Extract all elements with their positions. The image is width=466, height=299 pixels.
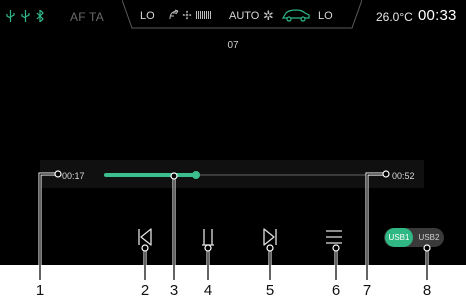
car-airflow-icon[interactable] [281, 8, 311, 22]
next-track-button[interactable] [261, 226, 279, 248]
track-number: 07 [227, 40, 239, 51]
total-time: 00:52 [392, 171, 415, 181]
playlist-button[interactable] [325, 226, 343, 248]
next-track-icon [263, 228, 277, 246]
usb-icon [21, 10, 30, 22]
pause-icon [202, 229, 214, 246]
callout-label: 1 [35, 282, 45, 299]
status-icons [6, 10, 44, 22]
fan-icon [182, 10, 192, 20]
status-bar: AF TA LO AUTO ✲ LO 26.0°C 00:33 [0, 0, 466, 34]
progress-slider[interactable] [104, 171, 384, 179]
usb2-option[interactable]: USB2 [414, 228, 444, 247]
passenger-temp[interactable]: LO [318, 10, 333, 22]
outside-temperature: 26.0°C [376, 10, 413, 24]
af-ta-indicator[interactable]: AF TA [70, 10, 104, 24]
callout-label: 7 [362, 282, 372, 299]
bluetooth-icon [36, 10, 44, 22]
callout-label: 8 [422, 282, 432, 299]
callout-label: 3 [169, 282, 179, 299]
fan-recirc-icon [169, 9, 179, 20]
callout-label: 4 [203, 282, 213, 299]
callout-label: 5 [265, 282, 275, 299]
previous-track-button[interactable] [136, 226, 154, 248]
ac-sun-icon[interactable]: ✲ [263, 8, 274, 24]
driver-temp[interactable]: LO [140, 10, 155, 22]
fan-level-bars [196, 11, 211, 19]
usb1-option[interactable]: USB1 [385, 228, 413, 247]
progress-fill [104, 173, 197, 177]
playlist-icon [326, 230, 342, 244]
usb-icon [6, 10, 15, 22]
fan-speed[interactable] [168, 9, 211, 21]
callout-label: 2 [140, 282, 150, 299]
elapsed-time: 00:17 [62, 171, 85, 181]
clock: 00:33 [418, 7, 457, 24]
play-pause-button[interactable] [199, 226, 217, 248]
usb-source-toggle[interactable]: USB1 USB2 [384, 228, 444, 247]
auto-climate[interactable]: AUTO [229, 10, 259, 22]
callout-label: 6 [331, 282, 341, 299]
previous-track-icon [138, 228, 152, 246]
media-player-screen: AF TA LO AUTO ✲ LO 26.0°C 00:33 07 00:17… [0, 0, 466, 265]
